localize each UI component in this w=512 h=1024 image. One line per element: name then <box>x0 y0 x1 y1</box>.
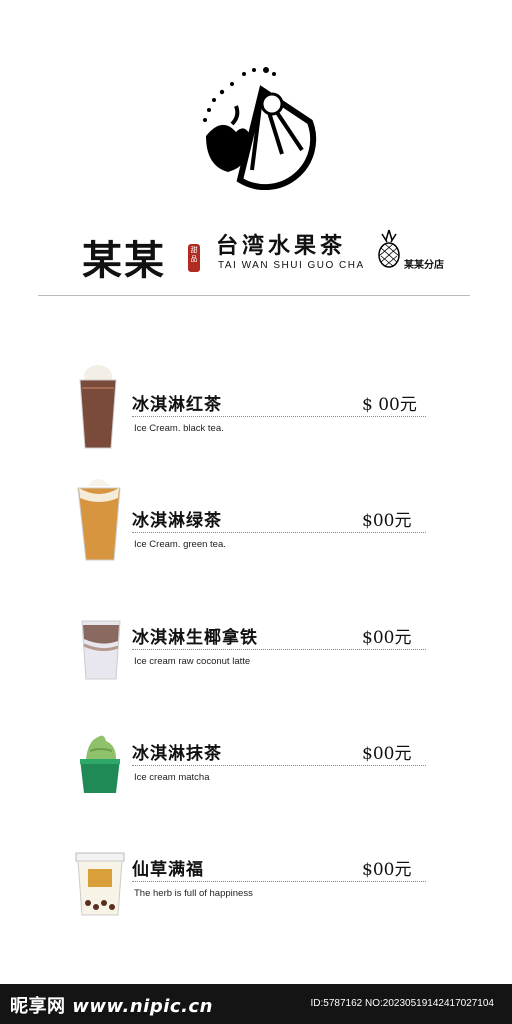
coconut-latte-cup-image <box>81 620 121 680</box>
item-price: $ 00元 <box>362 395 417 415</box>
item-name: 冰淇淋生椰拿铁 <box>132 628 258 648</box>
red-seal-stamp: 甜品 <box>188 244 200 272</box>
dotted-separator <box>132 416 426 417</box>
pineapple-icon <box>378 229 400 268</box>
subtitle-chinese: 台湾水果茶 <box>216 233 347 259</box>
black-tea-cup-image <box>79 365 117 449</box>
item-description: Ice cream raw coconut latte <box>134 656 251 667</box>
menu-item: 冰淇淋红茶 $ 00元 Ice Cream. black tea. <box>0 365 512 480</box>
watermark-logo: 昵享网 www.nipic.cn <box>10 992 213 1018</box>
item-price: $00元 <box>362 628 412 648</box>
subtitle-pinyin: TAI WAN SHUI GUO CHA <box>218 260 365 271</box>
dotted-separator <box>132 765 426 766</box>
watermark-name: 昵享网 <box>10 996 66 1017</box>
menu-item: 冰淇淋绿茶 $00元 Ice Cream. green tea. <box>0 479 512 596</box>
watermark-site: www.nipic.cn <box>72 996 213 1017</box>
item-description: The herb is full of happiness <box>134 888 253 899</box>
branch-name: 某某分店 <box>404 260 444 271</box>
item-name: 仙草满福 <box>132 860 204 880</box>
menu-item: 冰淇淋生椰拿铁 $00元 Ice cream raw coconut latte <box>0 620 512 713</box>
dotted-separator <box>132 881 426 882</box>
item-description: Ice cream matcha <box>134 772 210 783</box>
image-id: ID:5787162 NO:20230519142417027104 <box>310 998 495 1009</box>
dotted-separator <box>132 532 426 533</box>
item-name: 冰淇淋抹茶 <box>132 744 222 764</box>
item-price: $00元 <box>362 511 412 531</box>
watermark-bar: 昵享网 www.nipic.cn ID:5787162 NO:202305191… <box>0 984 512 1024</box>
matcha-cup-image <box>80 735 120 793</box>
header-divider <box>38 295 470 296</box>
item-name: 冰淇淋红茶 <box>132 395 222 415</box>
brand-name: 某某 <box>82 237 166 284</box>
item-description: Ice Cream. green tea. <box>134 539 226 550</box>
menu-item: 仙草满福 $00元 The herb is full of happiness <box>0 852 512 945</box>
item-price: $00元 <box>362 744 412 764</box>
menu-item: 冰淇淋抹茶 $00元 Ice cream matcha <box>0 735 512 829</box>
dotted-separator <box>132 649 426 650</box>
fruit-splash-logo-icon <box>203 67 317 190</box>
herb-jelly-cup-image <box>75 852 125 916</box>
item-name: 冰淇淋绿茶 <box>132 511 222 531</box>
item-description: Ice Cream. black tea. <box>134 423 224 434</box>
item-price: $00元 <box>362 860 412 880</box>
green-tea-cup-image <box>77 479 121 561</box>
